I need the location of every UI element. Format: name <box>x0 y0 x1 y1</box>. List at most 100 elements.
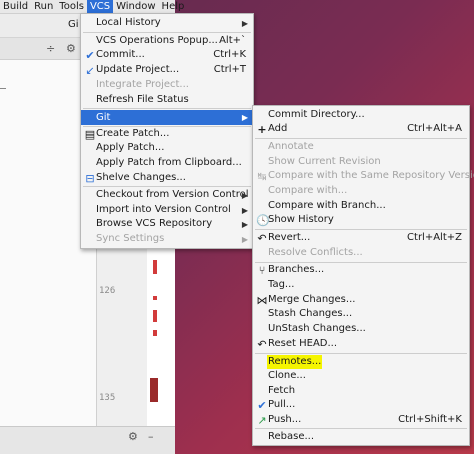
collapse-icon[interactable]: ÷ <box>46 42 55 55</box>
menu-item-label: Pull... <box>268 399 296 410</box>
git-item-remotes[interactable]: Remotes... <box>253 355 469 369</box>
menu-item-update-project[interactable]: ↙ Update Project... Ctrl+T <box>81 63 253 77</box>
change-marker <box>153 260 157 274</box>
gear-icon[interactable]: ⚙ <box>66 42 76 55</box>
menu-separator <box>255 353 467 354</box>
git-item-pull[interactable]: ✔ Pull... <box>253 398 469 412</box>
menu-item-label: Local History <box>96 17 161 28</box>
git-item-commit-directory[interactable]: Commit Directory... <box>253 108 469 122</box>
menu-item-label: Tag... <box>268 279 295 290</box>
menu-item-label: UnStash Changes... <box>268 323 366 334</box>
menu-item-label: Push... <box>268 414 302 425</box>
git-item-clone[interactable]: Clone... <box>253 369 469 383</box>
toolbar-git-label: Gi <box>68 19 79 30</box>
menu-item-label: Apply Patch... <box>96 142 165 153</box>
menu-item-label: Compare with Branch... <box>268 200 386 211</box>
push-arrow-icon: ↗ <box>257 413 267 427</box>
menu-item-vcs-operations-popup[interactable]: VCS Operations Popup... Alt+` <box>81 34 253 48</box>
main-menubar: Build Run Tools VCS Window Help <box>0 0 184 14</box>
git-item-show-current-revision[interactable]: Show Current Revision <box>253 155 469 169</box>
git-item-compare-branch[interactable]: Compare with Branch... <box>253 199 469 213</box>
menu-separator <box>255 428 467 429</box>
menu-item-label: Browse VCS Repository <box>96 218 213 229</box>
shelve-icon: ⊟ <box>85 171 95 185</box>
menu-item-label: Compare with... <box>268 185 348 196</box>
git-item-compare-with[interactable]: Compare with... <box>253 184 469 198</box>
menu-item-commit[interactable]: ✔ Commit... Ctrl+K <box>81 48 253 62</box>
menu-item-label: Sync Settings <box>96 233 165 244</box>
menu-item-create-patch[interactable]: ▤ Create Patch... <box>81 127 253 141</box>
menu-item-label: Merge Changes... <box>268 294 356 305</box>
git-item-revert[interactable]: ↶ Revert... Ctrl+Alt+Z <box>253 231 469 245</box>
menu-vcs[interactable]: VCS <box>86 0 114 14</box>
menu-item-sync-settings[interactable]: Sync Settings ▶ <box>81 232 253 246</box>
menu-item-label: Resolve Conflicts... <box>268 247 363 258</box>
plus-icon: + <box>257 122 267 136</box>
menu-item-shelve-changes[interactable]: ⊟ Shelve Changes... <box>81 171 253 185</box>
menu-item-shortcut: Ctrl+T <box>213 64 246 75</box>
menu-item-label: Fetch <box>268 385 296 396</box>
menu-item-label: Commit... <box>96 49 145 60</box>
menu-tools[interactable]: Tools <box>56 0 87 14</box>
menu-item-label: Branches... <box>268 264 325 275</box>
change-marker <box>150 378 158 402</box>
menu-item-label: Checkout from Version Control <box>96 189 249 200</box>
menu-item-label: Compare with the Same Repository Version <box>268 170 474 181</box>
menu-item-label: Git <box>96 111 111 123</box>
submenu-arrow-icon: ▶ <box>241 219 248 229</box>
change-marker <box>153 330 157 336</box>
menu-item-label: Create Patch... <box>96 128 170 139</box>
git-item-reset-head[interactable]: ↶ Reset HEAD... <box>253 337 469 351</box>
menu-item-refresh-file-status[interactable]: Refresh File Status <box>81 93 253 107</box>
menu-item-shortcut: Ctrl+Shift+K <box>398 414 462 425</box>
menu-item-label: Stash Changes... <box>268 308 353 319</box>
git-item-rebase[interactable]: Rebase... <box>253 430 469 444</box>
menu-separator <box>83 32 251 33</box>
menu-item-git[interactable]: Git ▶ <box>81 110 253 125</box>
history-clock-icon: 🕓 <box>256 213 270 227</box>
git-item-annotate[interactable]: Annotate <box>253 140 469 154</box>
menu-item-label: Rebase... <box>268 431 315 442</box>
git-item-stash-changes[interactable]: Stash Changes... <box>253 307 469 321</box>
menu-item-label: Add <box>268 123 288 134</box>
branch-icon: ⑂ <box>258 263 266 277</box>
gear-icon[interactable]: ⚙ <box>128 430 138 443</box>
git-item-merge-changes[interactable]: ⋈ Merge Changes... <box>253 293 469 307</box>
patch-icon: ▤ <box>84 127 96 141</box>
vcs-menu: Local History ▶ VCS Operations Popup... … <box>80 13 254 249</box>
menu-item-label: Refresh File Status <box>96 94 189 105</box>
change-marker <box>153 296 157 300</box>
submenu-arrow-icon: ▶ <box>241 234 248 244</box>
menu-item-checkout-vcs[interactable]: Checkout from Version Control ▶ <box>81 188 253 202</box>
git-item-add[interactable]: + Add Ctrl+Alt+A <box>253 122 469 136</box>
menu-separator <box>83 108 251 109</box>
menu-help[interactable]: Help <box>159 0 188 14</box>
menu-window[interactable]: Window <box>113 0 158 14</box>
menu-item-label: Apply Patch from Clipboard... <box>96 157 242 168</box>
git-item-show-history[interactable]: 🕓 Show History <box>253 213 469 227</box>
line-number: 135 <box>99 393 116 403</box>
git-item-branches[interactable]: ⑂ Branches... <box>253 263 469 277</box>
menu-item-label: Integrate Project... <box>96 79 189 90</box>
menu-item-shortcut: Alt+` <box>219 35 246 46</box>
git-item-fetch[interactable]: Fetch <box>253 384 469 398</box>
menu-item-integrate-project[interactable]: Integrate Project... <box>81 78 253 92</box>
git-item-resolve-conflicts[interactable]: Resolve Conflicts... <box>253 246 469 260</box>
minimize-icon[interactable]: – <box>148 430 154 443</box>
menu-item-browse-vcs[interactable]: Browse VCS Repository ▶ <box>81 217 253 231</box>
menu-item-apply-patch[interactable]: Apply Patch... <box>81 141 253 155</box>
git-item-tag[interactable]: Tag... <box>253 278 469 292</box>
menu-build[interactable]: Build <box>0 0 31 14</box>
menu-run[interactable]: Run <box>31 0 56 14</box>
revert-icon: ↶ <box>257 231 267 245</box>
git-item-unstash-changes[interactable]: UnStash Changes... <box>253 322 469 336</box>
menu-item-label: Import into Version Control <box>96 204 231 215</box>
menu-item-label: Show History <box>268 214 334 225</box>
menu-item-label: Annotate <box>268 141 314 152</box>
menu-item-import-vcs[interactable]: Import into Version Control ▶ <box>81 203 253 217</box>
git-item-push[interactable]: ↗ Push... Ctrl+Shift+K <box>253 413 469 427</box>
menu-item-shortcut: Ctrl+Alt+Z <box>407 232 462 243</box>
menu-item-local-history[interactable]: Local History ▶ <box>81 16 253 30</box>
git-item-compare-same-repo[interactable]: ↹ Compare with the Same Repository Versi… <box>253 169 474 183</box>
menu-item-apply-patch-clipboard[interactable]: Apply Patch from Clipboard... <box>81 156 253 170</box>
